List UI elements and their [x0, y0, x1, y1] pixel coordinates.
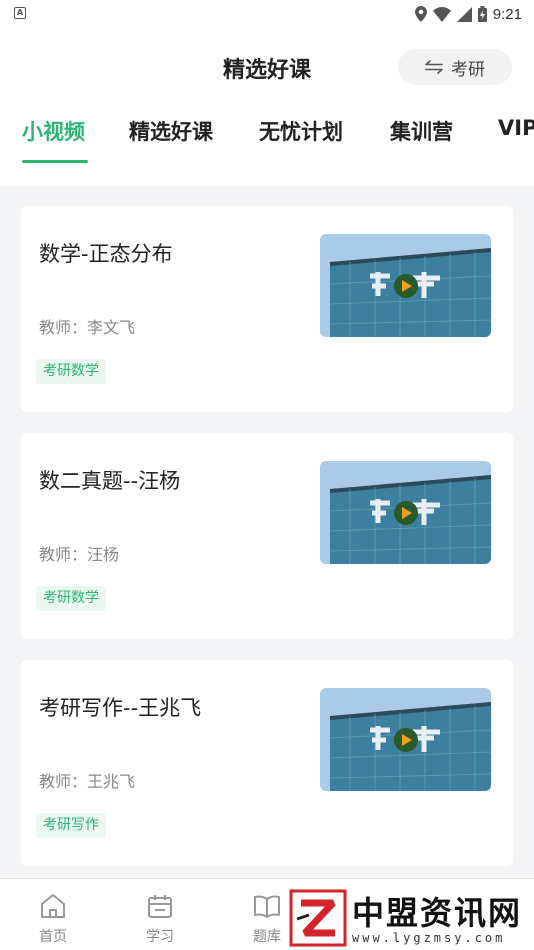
- nav-item-home[interactable]: 首页: [33, 893, 73, 946]
- course-title: 数二真题--汪杨: [39, 469, 181, 493]
- home-icon: [41, 894, 65, 918]
- wifi-icon: [432, 6, 451, 22]
- tab-short-video[interactable]: 小视频: [22, 116, 85, 146]
- course-tag: 考研写作: [36, 813, 106, 838]
- swap-arrows-icon: [425, 60, 443, 74]
- watermark: 中盟资讯网 www.lygzmsy.com: [285, 886, 534, 950]
- course-tag: 考研数学: [36, 359, 106, 384]
- course-card[interactable]: 数二真题--汪杨 教师：汪杨 考研数学: [21, 433, 513, 639]
- watermark-text: 中盟资讯网: [352, 894, 523, 932]
- course-card[interactable]: 数学-正态分布 教师：李文飞 考研数学: [21, 206, 513, 412]
- tab-featured-courses[interactable]: 精选好课: [129, 116, 213, 146]
- header: 精选好课 考研: [0, 28, 534, 108]
- nav-label: 首页: [39, 929, 67, 945]
- battery-icon: [477, 6, 487, 22]
- course-teacher: 教师：王兆飞: [39, 772, 136, 791]
- status-bar: A 9:21: [0, 0, 534, 28]
- location-icon: [414, 6, 427, 22]
- exam-switch-label: 考研: [451, 59, 485, 80]
- building-image: [320, 688, 491, 791]
- watermark-url: www.lygzmsy.com: [352, 931, 506, 945]
- course-card[interactable]: 考研写作--王兆飞 教师：王兆飞 考研写作: [21, 660, 513, 866]
- status-icons: 9:21: [414, 4, 522, 24]
- nav-item-study[interactable]: 学习: [140, 893, 180, 946]
- category-tabs: 小视频 精选好课 无忧计划 集训营 VIP: [0, 108, 534, 186]
- building-image: [320, 234, 491, 337]
- video-thumbnail[interactable]: [320, 688, 491, 791]
- calendar-icon: [148, 895, 172, 918]
- course-title: 数学-正态分布: [39, 242, 173, 266]
- video-thumbnail[interactable]: [320, 461, 491, 564]
- book-icon: [254, 895, 280, 918]
- nav-item-question-bank[interactable]: 题库: [247, 893, 287, 946]
- signal-icon: [456, 6, 472, 22]
- nav-label: 题库: [253, 929, 281, 945]
- course-teacher: 教师：李文飞: [39, 318, 136, 337]
- clock: 9:21: [492, 5, 522, 23]
- active-tab-indicator: [22, 160, 88, 163]
- exam-type-switch-button[interactable]: 考研: [398, 49, 512, 85]
- tab-worry-free-plan[interactable]: 无忧计划: [259, 116, 343, 146]
- nav-label: 学习: [146, 929, 174, 945]
- video-thumbnail[interactable]: [320, 234, 491, 337]
- building-image: [320, 461, 491, 564]
- tab-vip[interactable]: VIP: [498, 116, 534, 140]
- course-title: 考研写作--王兆飞: [39, 696, 202, 720]
- course-tag: 考研数学: [36, 586, 106, 611]
- course-teacher: 教师：汪杨: [39, 545, 120, 564]
- tab-training-camp[interactable]: 集训营: [390, 116, 453, 146]
- app-notification-icon: A: [14, 7, 26, 19]
- watermark-logo: [289, 889, 347, 947]
